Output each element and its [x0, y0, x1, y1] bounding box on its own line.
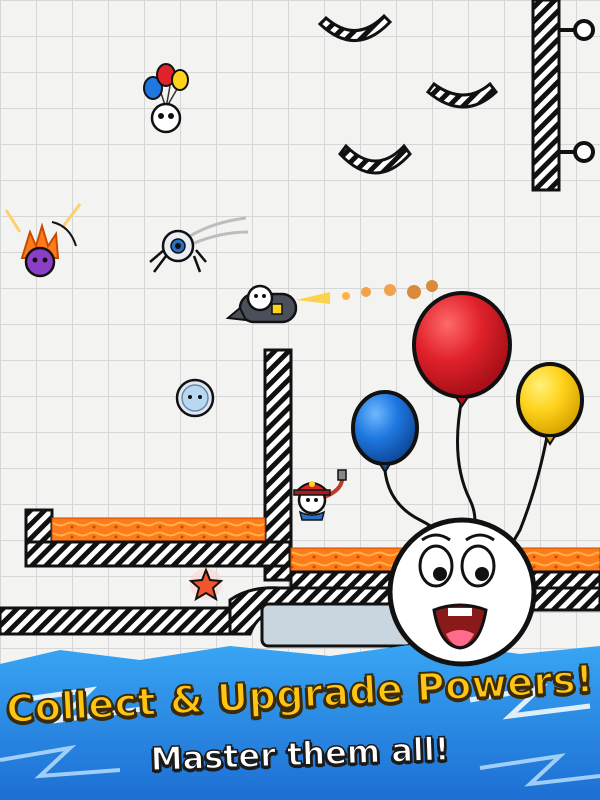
balloon-hero-character — [143, 63, 189, 134]
left-lava-platform — [24, 508, 292, 568]
star-icon — [188, 567, 224, 602]
main-ball-character — [387, 517, 537, 667]
right-pillar — [531, 0, 595, 192]
hook-icon — [573, 19, 595, 41]
lava-pool — [51, 517, 266, 543]
balloon-icon — [351, 390, 419, 474]
balloon-icon — [412, 291, 512, 408]
floating-bracket — [425, 81, 499, 109]
fire-hero-character — [4, 203, 82, 278]
hook-icon — [573, 141, 595, 163]
floating-bracket — [338, 143, 412, 175]
astronaut-hero-character — [175, 378, 215, 418]
glass-block — [260, 602, 414, 648]
floating-bracket — [317, 13, 393, 42]
spider-hero-character — [149, 216, 249, 273]
firefighter-hero-character — [293, 469, 347, 521]
rocket-hero-character — [225, 280, 438, 324]
game-scene: Collect & Upgrade Powers! Master them al… — [0, 0, 600, 800]
balloon-icon — [516, 362, 584, 446]
